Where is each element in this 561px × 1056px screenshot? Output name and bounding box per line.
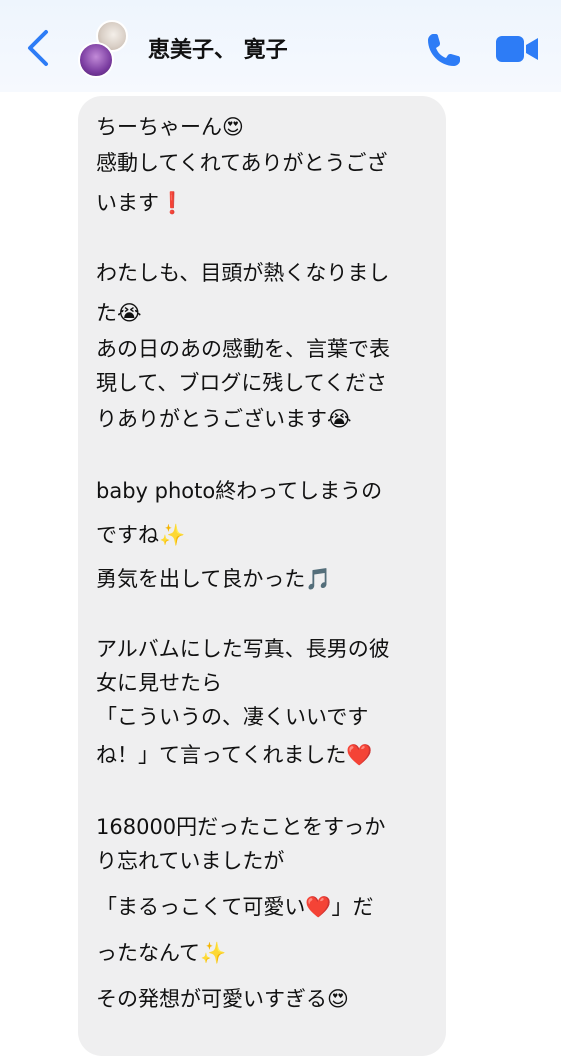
message-line: 女に見せたら bbox=[96, 671, 222, 695]
message-line: 「こういうの、凄くいいです bbox=[96, 705, 369, 729]
group-avatar[interactable] bbox=[74, 20, 134, 80]
message-line: り忘れていましたが bbox=[96, 849, 285, 873]
message-line: ね！」て言ってくれました❤️ bbox=[96, 743, 373, 767]
conversation-title[interactable]: 恵美子、 寛子 bbox=[148, 32, 288, 64]
phone-icon bbox=[428, 34, 460, 66]
message-line: アルバムにした写真、長男の彼 bbox=[96, 637, 390, 661]
message-line: ちーちゃーん😍 bbox=[96, 115, 244, 139]
message-line: ったなんて✨ bbox=[96, 941, 227, 965]
message-line: ですね✨ bbox=[96, 523, 186, 547]
message-line: りありがとうございます😭 bbox=[96, 407, 352, 431]
video-camera-icon bbox=[496, 36, 538, 62]
message-line: 勇気を出して良かった🎵 bbox=[96, 567, 332, 591]
message-line: 現して、ブログに残してくださ bbox=[96, 371, 388, 395]
message-line: います❗️ bbox=[96, 191, 186, 215]
message-line: その発想が可愛いすぎる😍 bbox=[96, 987, 349, 1011]
chat-header: 恵美子、 寛子 bbox=[0, 0, 561, 92]
chevron-left-icon bbox=[28, 30, 48, 66]
message-line: 感動してくれてありがとうござ bbox=[96, 151, 388, 175]
video-call-button[interactable] bbox=[494, 34, 540, 64]
message-line: あの日のあの感動を、言葉で表 bbox=[96, 337, 390, 361]
voice-call-button[interactable] bbox=[424, 30, 464, 70]
message-line: 「まるっこくて可愛い❤️」だ bbox=[96, 895, 374, 919]
message-line: わたしも、目頭が熱くなりまし bbox=[96, 261, 390, 285]
message-line: baby photo終わってしまうの bbox=[96, 479, 383, 503]
avatar bbox=[78, 42, 114, 78]
back-button[interactable] bbox=[22, 28, 56, 68]
message-line: た😭 bbox=[96, 301, 142, 325]
message-line: 168000円だったことをすっか bbox=[96, 815, 386, 839]
